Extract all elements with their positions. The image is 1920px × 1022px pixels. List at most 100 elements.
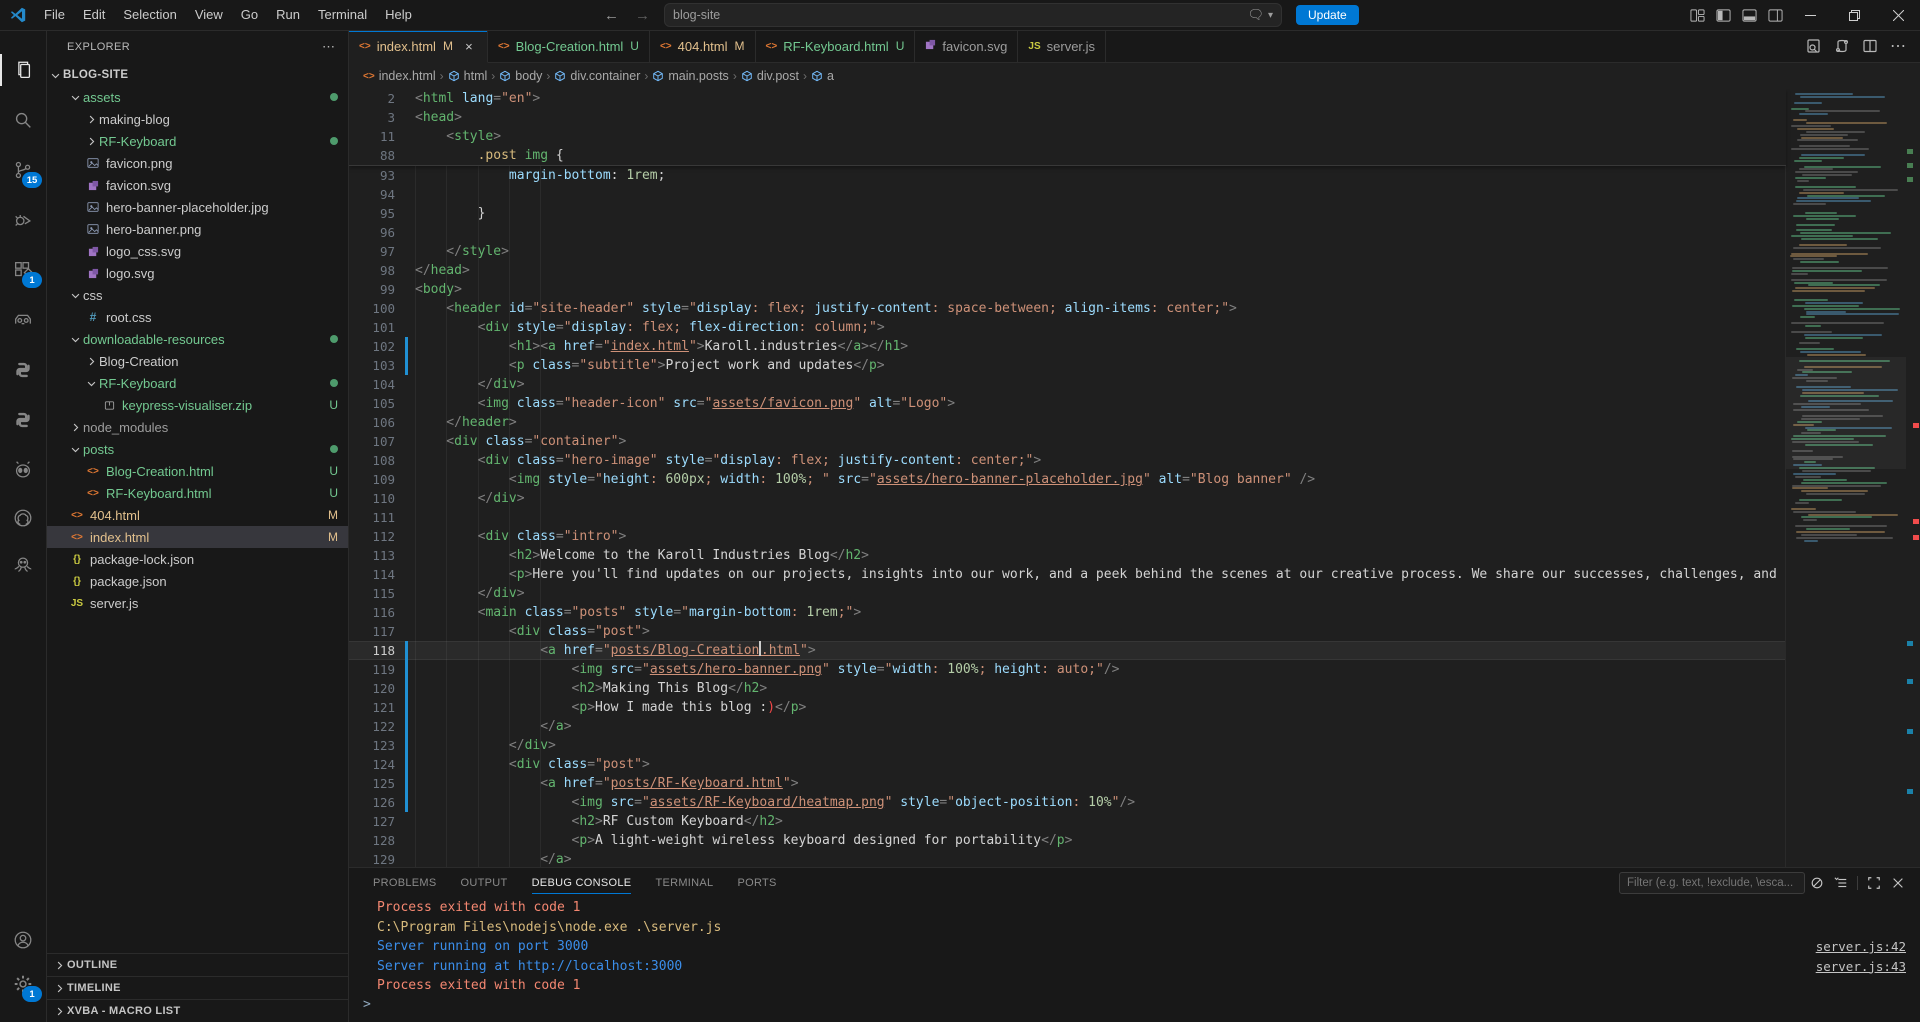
tree-item-favicon.svg[interactable]: favicon.svg [47,174,348,196]
section-outline[interactable]: OUTLINE [47,953,348,976]
github-icon[interactable] [0,498,46,538]
open-preview-icon[interactable] [1800,32,1828,60]
godot-icon[interactable] [0,300,46,340]
tab-index.html[interactable]: <>index.htmlM× [349,30,488,63]
code-line-88[interactable]: 88.post img { [349,146,1786,165]
code-line-109[interactable]: 109<img style="height: 600px; width: 100… [349,470,1786,489]
tree-item-hero-banner-placeholder.jpg[interactable]: hero-banner-placeholder.jpg [47,196,348,218]
minimize-button[interactable] [1788,0,1832,30]
tree-item-assets[interactable]: assets [47,86,348,108]
command-center-search[interactable]: blog-site 🗨 ▾ [664,3,1282,27]
tree-item-hero-banner.png[interactable]: hero-banner.png [47,218,348,240]
code-line-118[interactable]: 118<a href="posts/Blog-Creation.html"> [349,641,1786,660]
code-line-103[interactable]: 103<p class="subtitle">Project work and … [349,356,1786,375]
tree-item-package.json[interactable]: {}package.json [47,570,348,592]
code-line-106[interactable]: 106</header> [349,413,1786,432]
tree-item-logo.svg[interactable]: logo.svg [47,262,348,284]
code-line-108[interactable]: 108<div class="hero-image" style="displa… [349,451,1786,470]
panel-tab-problems[interactable]: PROBLEMS [373,868,437,898]
tree-item-favicon.png[interactable]: favicon.png [47,152,348,174]
code-line-98[interactable]: 98</head> [349,261,1786,280]
code-line-97[interactable]: 97</style> [349,242,1786,261]
tab-404.html[interactable]: <>404.htmlM [650,30,756,62]
explorer-more-actions-icon[interactable]: ⋯ [322,39,336,55]
code-line-2[interactable]: 2<html lang="en"> [349,89,1786,108]
code-line-99[interactable]: 99<body> [349,280,1786,299]
tree-item-making-blog[interactable]: making-blog [47,108,348,130]
tree-item-node_modules[interactable]: node_modules [47,416,348,438]
tree-item-package-lock.json[interactable]: {}package-lock.json [47,548,348,570]
panel-tab-ports[interactable]: PORTS [737,868,776,898]
copilot-icon[interactable]: 🗨 [1247,7,1264,23]
tree-item-root.css[interactable]: #root.css [47,306,348,328]
code-line-114[interactable]: 114<p>Here you'll find updates on our pr… [349,565,1786,584]
menu-file[interactable]: File [35,0,74,30]
source-control-icon[interactable]: 15 [0,150,46,190]
tree-item-css[interactable]: css [47,284,348,306]
split-editor-icon[interactable] [1856,32,1884,60]
python-env-icon[interactable] [0,400,46,440]
code-line-120[interactable]: 120<h2>Making This Blog</h2> [349,679,1786,698]
toggle-secondary-sidebar-icon[interactable] [1762,0,1788,30]
search-icon[interactable] [0,100,46,140]
accounts-icon[interactable] [0,920,46,960]
tab-favicon.svg[interactable]: favicon.svg [915,30,1018,62]
code-line-95[interactable]: 95} [349,204,1786,223]
alien-icon[interactable] [0,450,46,490]
toggle-primary-sidebar-icon[interactable] [1710,0,1736,30]
code-line-112[interactable]: 112<div class="intro"> [349,527,1786,546]
breadcrumb-item-div.container[interactable]: div.container [554,69,640,83]
code-line-116[interactable]: 116<main class="posts" style="margin-bot… [349,603,1786,622]
breadcrumb-item-body[interactable]: body [499,69,542,83]
tree-root-blog-site[interactable]: BLOG-SITE [47,64,348,86]
console-filter-input[interactable] [1619,872,1805,894]
menu-view[interactable]: View [186,0,232,30]
python-icon[interactable] [0,350,46,390]
restore-button[interactable] [1832,0,1876,30]
collapse-all-icon[interactable] [1829,871,1853,895]
octopus-icon[interactable] [0,545,46,585]
panel-tab-terminal[interactable]: TERMINAL [655,868,713,898]
menu-selection[interactable]: Selection [114,0,185,30]
menu-edit[interactable]: Edit [74,0,114,30]
code-line-119[interactable]: 119<img src="assets/hero-banner.png" sty… [349,660,1786,679]
menu-go[interactable]: Go [232,0,267,30]
code-line-122[interactable]: 122</a> [349,717,1786,736]
code-line-105[interactable]: 105<img class="header-icon" src="assets/… [349,394,1786,413]
code-line-104[interactable]: 104</div> [349,375,1786,394]
breadcrumb-item-a[interactable]: a [811,69,834,83]
source-link[interactable]: server.js:42 [1816,937,1906,957]
tree-item-Blog-Creation.html[interactable]: <>Blog-Creation.htmlU [47,460,348,482]
run-debug-icon[interactable] [0,200,46,240]
code-line-128[interactable]: 128<p>A light-weight wireless keyboard d… [349,831,1786,850]
breadcrumb-item-main.posts[interactable]: main.posts [652,69,728,83]
code-line-121[interactable]: 121<p>How I made this blog :)</p> [349,698,1786,717]
code-line-124[interactable]: 124<div class="post"> [349,755,1786,774]
source-link[interactable]: server.js:43 [1816,957,1906,977]
code-line-102[interactable]: 102<h1><a href="index.html">Karoll.indus… [349,337,1786,356]
extensions-icon[interactable]: 1 [0,250,46,290]
code-line-110[interactable]: 110</div> [349,489,1786,508]
forward-arrow-icon[interactable]: → [627,7,658,24]
close-window-button[interactable] [1876,0,1920,30]
panel-tab-output[interactable]: OUTPUT [461,868,508,898]
breadcrumb-item-index.html[interactable]: <>index.html [363,69,436,83]
code-line-123[interactable]: 123</div> [349,736,1786,755]
menu-terminal[interactable]: Terminal [309,0,376,30]
maximize-panel-icon[interactable] [1862,871,1886,895]
section-timeline[interactable]: TIMELINE [47,976,348,999]
debug-console-input[interactable]: > [349,997,1920,1012]
tree-item-RF-Keyboard.html[interactable]: <>RF-Keyboard.htmlU [47,482,348,504]
code-line-11[interactable]: 11<style> [349,127,1786,146]
tree-item-Blog-Creation[interactable]: Blog-Creation [47,350,348,372]
tab-Blog-Creation.html[interactable]: <>Blog-Creation.htmlU [488,30,650,62]
tree-item-404.html[interactable]: <>404.htmlM [47,504,348,526]
back-arrow-icon[interactable]: ← [596,7,627,24]
overview-ruler[interactable] [1906,89,1920,867]
tree-item-posts[interactable]: posts [47,438,348,460]
toggle-panel-icon[interactable] [1736,0,1762,30]
tree-item-index.html[interactable]: <>index.htmlM [47,526,348,548]
open-changes-icon[interactable] [1828,32,1856,60]
code-line-94[interactable]: 94 [349,185,1786,204]
clear-console-icon[interactable] [1805,871,1829,895]
